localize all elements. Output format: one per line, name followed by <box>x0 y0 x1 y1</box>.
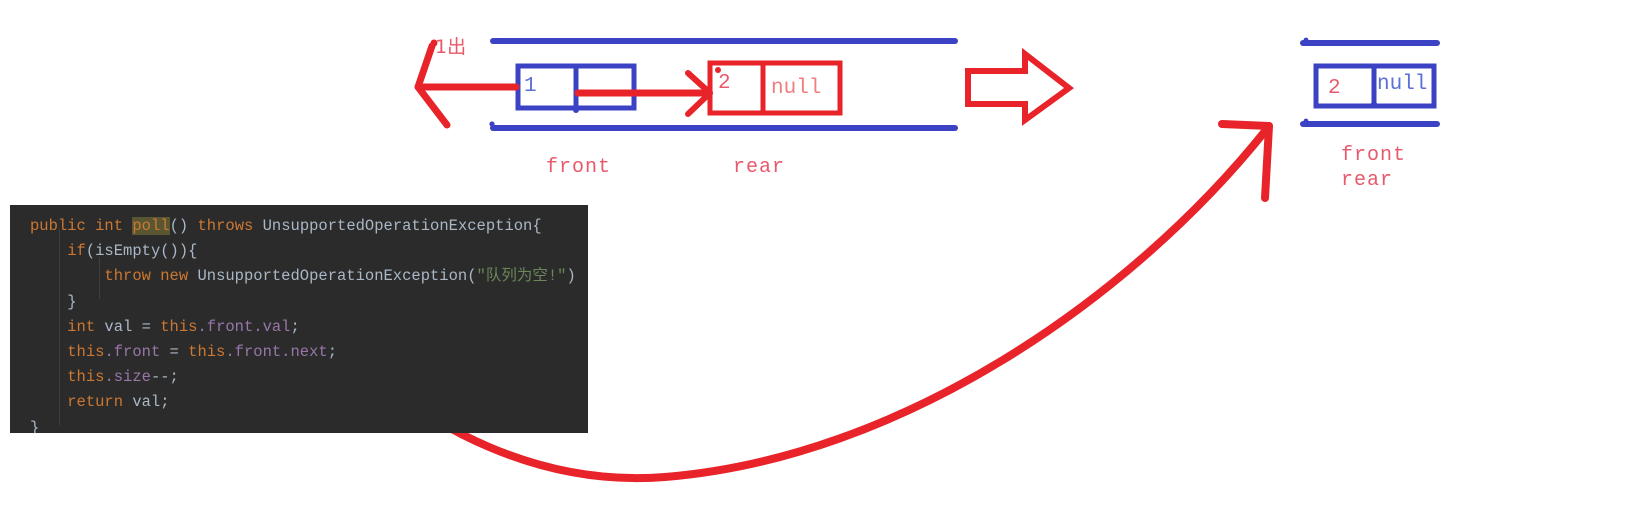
code-field-front-next: .front.next <box>225 343 328 362</box>
code-kw-throw: throw <box>104 267 151 286</box>
indent-guide-2 <box>99 257 100 299</box>
code-assign-op: = <box>160 343 189 362</box>
right-node-value: 2 <box>1328 77 1341 100</box>
code-return-var: val <box>123 393 161 412</box>
right-node-next-value: null <box>1377 73 1428 96</box>
dequeue-out-arrow <box>414 39 520 129</box>
whiteboard-canvas: 1出 1 2 null front rear 2 null front rear… <box>0 0 1636 523</box>
code-kw-public: public <box>30 217 86 235</box>
code-var-val: val = <box>95 317 161 336</box>
next-pointer-arrow <box>574 70 713 117</box>
code-close-brace-2: } <box>30 418 40 433</box>
code-open-paren-2: ( <box>467 267 477 286</box>
node-2-next-value: null <box>771 77 822 100</box>
code-kw-this-3: this <box>188 343 226 362</box>
code-isempty-call: (isEmpty()){ <box>85 242 198 261</box>
code-semi-1: ; <box>290 317 300 336</box>
code-field-front-1: .front <box>104 343 161 362</box>
code-close-brace-1: } <box>67 292 77 311</box>
code-field-front-val: .front.val <box>197 317 291 336</box>
code-semi-2: ; <box>327 343 338 362</box>
left-front-label: front <box>546 156 612 179</box>
code-parens: () <box>169 217 189 235</box>
right-rear-label: rear <box>1341 169 1394 192</box>
code-kw-this-1: this <box>160 317 198 336</box>
right-front-label: front <box>1341 144 1407 167</box>
node-1-value: 1 <box>524 75 537 98</box>
code-kw-if: if <box>67 242 86 261</box>
code-kw-this-4: this <box>67 368 105 387</box>
code-semi-3: ; <box>160 393 170 412</box>
code-kw-new: new <box>160 267 189 286</box>
code-kw-throws: throws <box>197 217 254 235</box>
code-method-name: poll <box>132 217 170 235</box>
block-arrow-right-icon <box>965 47 1075 126</box>
code-text: public int poll() throws UnsupportedOper… <box>10 205 588 433</box>
code-string-literal: "队列为空!" <box>476 267 567 286</box>
code-exception-type-1: UnsupportedOperationException <box>262 217 533 235</box>
code-kw-return: return <box>67 393 124 412</box>
code-decrement-op: --; <box>150 368 179 387</box>
code-snippet-block: public int poll() throws UnsupportedOper… <box>10 205 588 433</box>
node-2-value: 2 <box>718 72 731 95</box>
code-open-brace-1: { <box>532 217 542 235</box>
code-exception-type-2: UnsupportedOperationException <box>197 267 468 286</box>
left-rear-label: rear <box>733 156 786 179</box>
code-kw-int: int <box>95 217 124 235</box>
indent-guide-1 <box>59 229 60 425</box>
code-kw-int-2: int <box>67 317 96 336</box>
code-kw-this-2: this <box>67 343 105 362</box>
code-field-size: .size <box>104 368 151 387</box>
dequeue-annotation-label: 1出 <box>435 36 467 58</box>
code-close-paren-2: ) <box>566 267 576 286</box>
